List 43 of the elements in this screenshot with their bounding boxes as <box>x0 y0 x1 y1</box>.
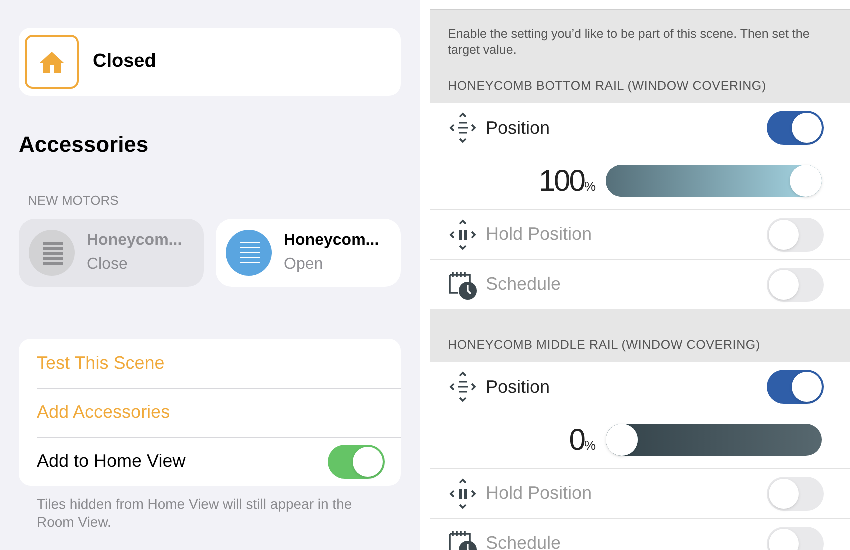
unit-label: % <box>584 438 596 454</box>
intro-text: Enable the setting you’d like to be part of this scene. Then set the target value. <box>448 26 811 58</box>
setting-label: Position <box>486 116 552 140</box>
footer-note: Tiles hidden from Home View will still appear in the Room View. <box>36 494 354 530</box>
pause-arrows-icon <box>448 218 478 250</box>
tile-name: Honeycom... <box>284 230 380 250</box>
blinds-icon <box>226 230 272 276</box>
blinds-icon <box>29 230 75 276</box>
section-title: Accessories <box>19 131 150 159</box>
setting-label: Schedule <box>486 532 562 550</box>
toggle-switch[interactable] <box>767 370 824 404</box>
pause-arrows-icon <box>448 478 478 510</box>
slider-value: 100 <box>538 164 584 200</box>
unit-label: % <box>584 178 596 196</box>
slider-thumb[interactable] <box>790 165 822 197</box>
position-arrows-icon <box>448 112 478 144</box>
section-header: HONEYCOMB MIDDLE RAIL (WINDOW COVERING) <box>448 338 760 352</box>
slider-thumb[interactable] <box>606 424 638 456</box>
tile-state: Close <box>87 254 129 274</box>
tile-name: Honeycom... <box>87 230 182 250</box>
action-link[interactable]: Add Accessories <box>37 399 170 426</box>
section-header: HONEYCOMB BOTTOM RAIL (WINDOW COVERING) <box>448 79 766 93</box>
home-icon <box>25 35 79 89</box>
setting-label: Hold Position <box>486 223 594 246</box>
toggle-switch[interactable] <box>767 476 824 510</box>
setting-label: Hold Position <box>486 482 594 505</box>
setting-label: Schedule <box>486 273 562 296</box>
accessory-tile[interactable]: Honeycom... Open <box>216 218 401 286</box>
toggle-switch[interactable] <box>328 444 385 478</box>
position-slider[interactable] <box>606 165 822 197</box>
group-label: NEW MOTORS <box>27 192 120 210</box>
toggle-switch[interactable] <box>767 218 824 252</box>
toggle-switch[interactable] <box>767 111 824 145</box>
slider-value: 0 <box>569 422 584 458</box>
toggle-switch[interactable] <box>767 268 824 302</box>
position-arrows-icon <box>448 371 478 403</box>
action-link[interactable]: Test This Scene <box>37 350 165 376</box>
setting-label: Position <box>486 376 552 398</box>
accessory-tile[interactable]: Honeycom... Close <box>19 218 204 286</box>
toggle-label: Add to Home View <box>37 450 186 473</box>
position-slider[interactable] <box>606 424 822 456</box>
scene-name: Closed <box>93 50 156 74</box>
tile-state: Open <box>284 254 324 274</box>
